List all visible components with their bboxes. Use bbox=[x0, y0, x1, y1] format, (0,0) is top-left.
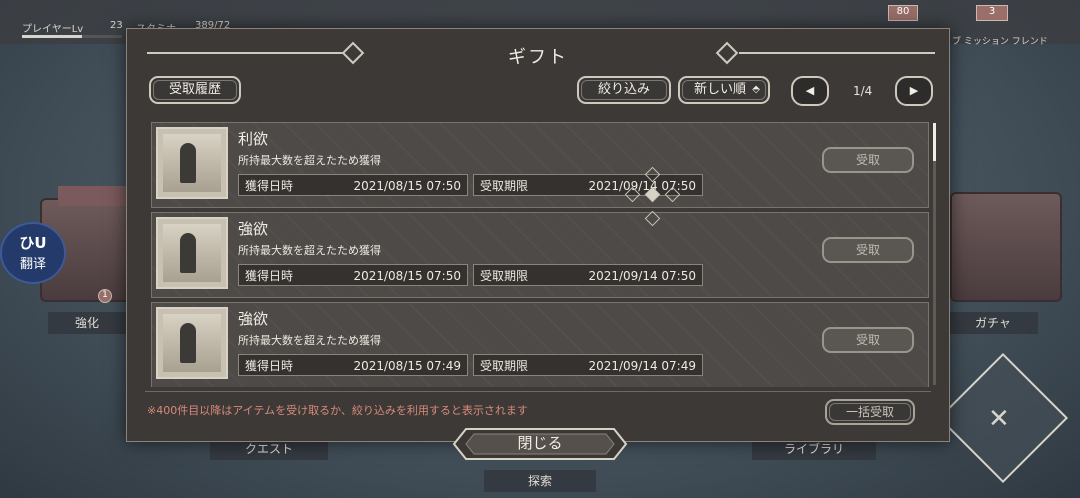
display-limit-notice: ※400件目以降はアイテムを受け取るか、絞り込みを利用すると表示されます bbox=[147, 404, 528, 417]
expiry-label: 受取期限 bbox=[480, 359, 529, 373]
gift-name: 強欲 bbox=[238, 310, 269, 328]
gift-list[interactable]: 利欲 所持最大数を超えたため獲得 獲得日時 2021/08/15 07:50 受… bbox=[145, 119, 931, 387]
gift-card: 利欲 所持最大数を超えたため獲得 獲得日時 2021/08/15 07:50 受… bbox=[151, 122, 929, 208]
gift-dialog: ギフト 受取履歴 絞り込み 新しい順 ⬘ ◀ 1/4 ▶ 利欲 所持最大数を超え… bbox=[126, 28, 950, 442]
expiry-label: 受取期限 bbox=[480, 269, 529, 283]
acquired-date-box: 獲得日時 2021/08/15 07:50 bbox=[238, 264, 468, 286]
expiry-date: 2021/09/14 07:50 bbox=[588, 269, 696, 283]
item-thumbnail bbox=[156, 127, 228, 199]
expiry-date-box: 受取期限 2021/09/14 07:50 bbox=[473, 264, 703, 286]
dialog-title: ギフト bbox=[508, 47, 568, 68]
acquired-date: 2021/08/15 07:49 bbox=[353, 359, 461, 373]
expiry-label: 受取期限 bbox=[480, 179, 529, 193]
gift-reason: 所持最大数を超えたため獲得 bbox=[238, 244, 381, 257]
close-button[interactable]: 閉じる bbox=[452, 427, 628, 461]
character-portrait-icon bbox=[180, 143, 196, 183]
title-line-right bbox=[739, 52, 935, 54]
strengthen-label[interactable]: 強化 bbox=[48, 312, 126, 334]
character-portrait-icon bbox=[180, 233, 196, 273]
strengthen-badge: 1 bbox=[98, 289, 112, 303]
translate-label: 翻译 bbox=[19, 257, 46, 272]
sort-label: 新しい順 bbox=[694, 82, 747, 97]
gift-name: 強欲 bbox=[238, 220, 269, 238]
crossed-swords-icon: ✕ bbox=[988, 404, 1010, 434]
mission-badge: 3 bbox=[976, 5, 1008, 21]
explore-label[interactable]: 探索 bbox=[484, 470, 596, 492]
scrollbar-thumb[interactable] bbox=[933, 123, 936, 161]
next-page-button[interactable]: ▶ bbox=[895, 76, 933, 106]
acquired-date-box: 獲得日時 2021/08/15 07:49 bbox=[238, 354, 468, 376]
gacha-building[interactable] bbox=[950, 192, 1062, 302]
player-level-label: プレイヤーLv bbox=[22, 24, 84, 35]
expiry-date-box: 受取期限 2021/09/14 07:49 bbox=[473, 354, 703, 376]
list-scrollbar[interactable] bbox=[933, 123, 936, 385]
character-portrait-icon bbox=[180, 323, 196, 363]
acquired-date: 2021/08/15 07:50 bbox=[353, 179, 461, 193]
acquired-date: 2021/08/15 07:50 bbox=[353, 269, 461, 283]
gift-reason: 所持最大数を超えたため獲得 bbox=[238, 154, 381, 167]
translate-button[interactable]: ひU 翻译 bbox=[0, 222, 66, 284]
item-thumbnail bbox=[156, 307, 228, 379]
receive-history-button[interactable]: 受取履歴 bbox=[149, 76, 241, 104]
sort-button[interactable]: 新しい順 ⬘ bbox=[678, 76, 770, 104]
translate-icon: ひU bbox=[19, 234, 47, 252]
close-label: 閉じる bbox=[517, 434, 563, 452]
filter-button[interactable]: 絞り込み bbox=[577, 76, 671, 104]
building-roof bbox=[58, 186, 128, 206]
sort-order-icon: ⬘ bbox=[752, 84, 760, 95]
page-indicator: 1/4 bbox=[853, 84, 873, 98]
expiry-date: 2021/09/14 07:49 bbox=[588, 359, 696, 373]
gift-card: 強欲 所持最大数を超えたため獲得 獲得日時 2021/08/15 07:49 受… bbox=[151, 302, 929, 387]
gift-reason: 所持最大数を超えたため獲得 bbox=[238, 334, 381, 347]
top-right-menu[interactable]: ブ ミッション フレンド bbox=[952, 34, 1048, 47]
notification-badge: 80 bbox=[888, 5, 918, 21]
player-level: 23 bbox=[110, 20, 123, 31]
receive-button[interactable]: 受取 bbox=[822, 237, 914, 263]
acquired-label: 獲得日時 bbox=[245, 269, 294, 283]
acquired-label: 獲得日時 bbox=[245, 179, 294, 193]
acquired-label: 獲得日時 bbox=[245, 359, 294, 373]
prev-page-button[interactable]: ◀ bbox=[791, 76, 829, 106]
gift-card: 強欲 所持最大数を超えたため獲得 獲得日時 2021/08/15 07:50 受… bbox=[151, 212, 929, 298]
gacha-label[interactable]: ガチャ bbox=[948, 312, 1038, 334]
acquired-date-box: 獲得日時 2021/08/15 07:50 bbox=[238, 174, 468, 196]
bulk-receive-button[interactable]: 一括受取 bbox=[825, 399, 915, 425]
receive-button[interactable]: 受取 bbox=[822, 327, 914, 353]
receive-button[interactable]: 受取 bbox=[822, 147, 914, 173]
item-thumbnail bbox=[156, 217, 228, 289]
gift-name: 利欲 bbox=[238, 130, 269, 148]
level-progress-bar bbox=[22, 35, 122, 38]
footer-divider bbox=[145, 391, 931, 392]
